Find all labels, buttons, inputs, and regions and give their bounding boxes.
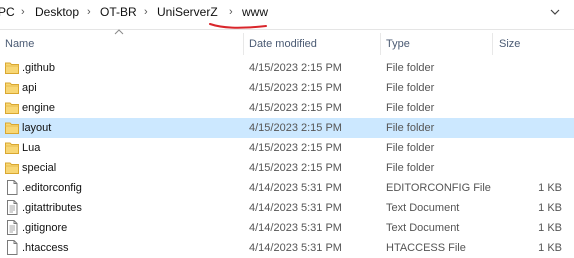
address-bar[interactable]: PC › Desktop › OT-BR › UniServerZ › www [0, 0, 574, 30]
file-row[interactable]: .gitattributes 4/14/2023 5:31 PM Text Do… [0, 198, 574, 218]
column-header-type[interactable]: Type [386, 38, 410, 50]
file-size: 1 KB [538, 242, 562, 254]
file-row[interactable]: api 4/15/2023 2:15 PM File folder [0, 78, 574, 98]
column-divider[interactable] [243, 33, 244, 55]
column-divider[interactable] [492, 33, 493, 55]
column-header-date-modified[interactable]: Date modified [249, 38, 317, 50]
file-name: special [22, 162, 57, 174]
file-type: File folder [386, 162, 435, 174]
breadcrumb-item-uniserverz[interactable]: UniServerZ [157, 5, 218, 19]
file-row[interactable]: .github 4/15/2023 2:15 PM File folder [0, 58, 574, 78]
file-name: engine [22, 102, 56, 114]
file-date-modified: 4/15/2023 2:15 PM [249, 102, 342, 114]
breadcrumb-separator: › [229, 6, 233, 18]
text-file-icon [5, 220, 19, 235]
file-type: Text Document [386, 202, 460, 214]
column-divider[interactable] [380, 33, 381, 55]
folder-icon [5, 60, 19, 75]
file-name: .github [22, 62, 56, 74]
file-icon [5, 240, 19, 255]
text-file-icon [5, 200, 19, 215]
folder-icon [5, 120, 19, 135]
file-date-modified: 4/14/2023 5:31 PM [249, 182, 342, 194]
file-row[interactable]: special 4/15/2023 2:15 PM File folder [0, 158, 574, 178]
file-type: File folder [386, 102, 435, 114]
file-name: .gitattributes [22, 202, 82, 214]
file-list: .github 4/15/2023 2:15 PM File folder ap… [0, 58, 574, 258]
file-row[interactable]: engine 4/15/2023 2:15 PM File folder [0, 98, 574, 118]
file-type: EDITORCONFIG File [386, 182, 491, 194]
file-row[interactable]: layout 4/15/2023 2:15 PM File folder [0, 118, 574, 138]
file-date-modified: 4/15/2023 2:15 PM [249, 62, 342, 74]
file-name: .htaccess [22, 242, 69, 254]
file-name: layout [22, 122, 52, 134]
file-row[interactable]: .htaccess 4/14/2023 5:31 PM HTACCESS Fil… [0, 238, 574, 258]
breadcrumb-item-www[interactable]: www [242, 5, 268, 19]
folder-icon [5, 140, 19, 155]
breadcrumb-separator: › [144, 6, 148, 18]
file-type: File folder [386, 62, 435, 74]
file-name: Lua [22, 142, 41, 154]
file-date-modified: 4/14/2023 5:31 PM [249, 222, 342, 234]
file-type: Text Document [386, 222, 460, 234]
file-date-modified: 4/15/2023 2:15 PM [249, 142, 342, 154]
file-type: File folder [386, 82, 435, 94]
file-size: 1 KB [538, 182, 562, 194]
file-type: HTACCESS File [386, 242, 466, 254]
file-row[interactable]: .gitignore 4/14/2023 5:31 PM Text Docume… [0, 218, 574, 238]
file-date-modified: 4/15/2023 2:15 PM [249, 162, 342, 174]
column-header-size[interactable]: Size [499, 38, 520, 50]
breadcrumb-separator: › [21, 6, 25, 18]
folder-icon [5, 160, 19, 175]
file-row[interactable]: .editorconfig 4/14/2023 5:31 PM EDITORCO… [0, 178, 574, 198]
breadcrumb-item-ot-br[interactable]: OT-BR [100, 5, 137, 19]
sort-ascending-icon [114, 29, 124, 35]
file-name: .gitignore [22, 222, 68, 234]
breadcrumb-separator: › [87, 6, 91, 18]
file-date-modified: 4/15/2023 2:15 PM [249, 82, 342, 94]
file-date-modified: 4/14/2023 5:31 PM [249, 242, 342, 254]
file-icon [5, 180, 19, 195]
file-type: File folder [386, 142, 435, 154]
file-size: 1 KB [538, 202, 562, 214]
folder-icon [5, 100, 19, 115]
file-type: File folder [386, 122, 435, 134]
red-underline-annotation [209, 23, 267, 29]
file-row[interactable]: Lua 4/15/2023 2:15 PM File folder [0, 138, 574, 158]
file-name: .editorconfig [22, 182, 82, 194]
breadcrumb-item-pc[interactable]: PC [0, 5, 15, 19]
breadcrumb-item-desktop[interactable]: Desktop [35, 5, 79, 19]
column-header-name[interactable]: Name [5, 38, 34, 50]
folder-icon [5, 80, 19, 95]
file-date-modified: 4/14/2023 5:31 PM [249, 202, 342, 214]
chevron-down-icon[interactable] [550, 8, 560, 16]
file-date-modified: 4/15/2023 2:15 PM [249, 122, 342, 134]
file-name: api [22, 82, 37, 94]
file-size: 1 KB [538, 222, 562, 234]
